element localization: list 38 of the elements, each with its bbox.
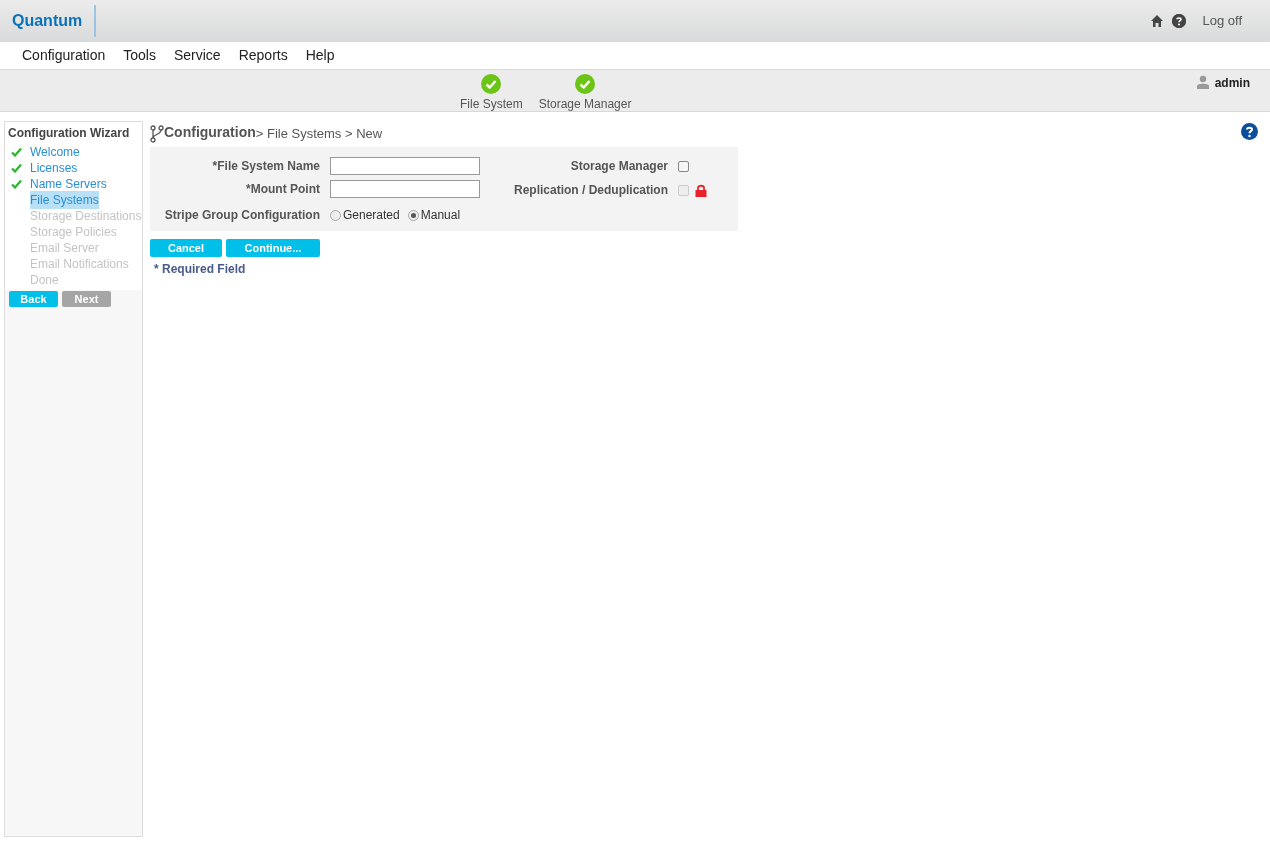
menu-item[interactable]: Reports bbox=[238, 45, 288, 66]
breadcrumb-root[interactable]: Configuration bbox=[164, 122, 256, 143]
user-icon bbox=[1196, 75, 1209, 89]
action-button[interactable]: Continue... bbox=[226, 239, 320, 257]
status-label: File System bbox=[460, 96, 523, 113]
wizard-step[interactable]: File Systems bbox=[30, 191, 99, 209]
menu-item[interactable]: Tools bbox=[123, 45, 156, 66]
wizard-title: Configuration Wizard bbox=[8, 125, 131, 142]
help-icon[interactable] bbox=[1172, 14, 1187, 28]
checkbox-label: Replication / Deduplication bbox=[513, 182, 668, 199]
menu-item[interactable]: Configuration bbox=[22, 45, 106, 66]
menu-item[interactable]: Help bbox=[305, 45, 335, 66]
wizard-button[interactable]: Back bbox=[9, 291, 58, 307]
home-icon[interactable] bbox=[1150, 14, 1165, 28]
checkbox[interactable] bbox=[678, 160, 689, 172]
help-icon[interactable] bbox=[1241, 123, 1258, 140]
log-off-link[interactable]: Log off bbox=[1202, 11, 1242, 31]
field-label: *Mount Point bbox=[245, 181, 320, 198]
checkbox-label: Storage Manager bbox=[569, 158, 668, 175]
field-label: *File System Name bbox=[211, 158, 320, 175]
radio-label: Generated bbox=[343, 207, 400, 224]
wizard-step[interactable]: Licenses bbox=[30, 159, 78, 177]
status-label: Storage Manager bbox=[538, 96, 632, 113]
breadcrumb-path: > File Systems > New bbox=[255, 124, 383, 143]
field-label: Stripe Group Configuration bbox=[163, 207, 320, 224]
branch-icon bbox=[150, 125, 164, 143]
user-name: admin bbox=[1214, 75, 1250, 92]
text-input[interactable] bbox=[330, 180, 480, 198]
text-input[interactable] bbox=[330, 157, 480, 175]
radio-label: Manual bbox=[420, 207, 461, 224]
menu-item[interactable]: Service bbox=[173, 45, 221, 66]
wizard-step[interactable]: Name Servers bbox=[30, 175, 107, 193]
action-button[interactable]: Cancel bbox=[150, 239, 222, 257]
wizard-step[interactable]: Welcome bbox=[30, 143, 80, 161]
required-note: * Required Field bbox=[154, 261, 247, 278]
logo: Quantum bbox=[12, 5, 97, 37]
radio-button[interactable] bbox=[330, 209, 341, 221]
radio-button[interactable] bbox=[407, 209, 419, 221]
